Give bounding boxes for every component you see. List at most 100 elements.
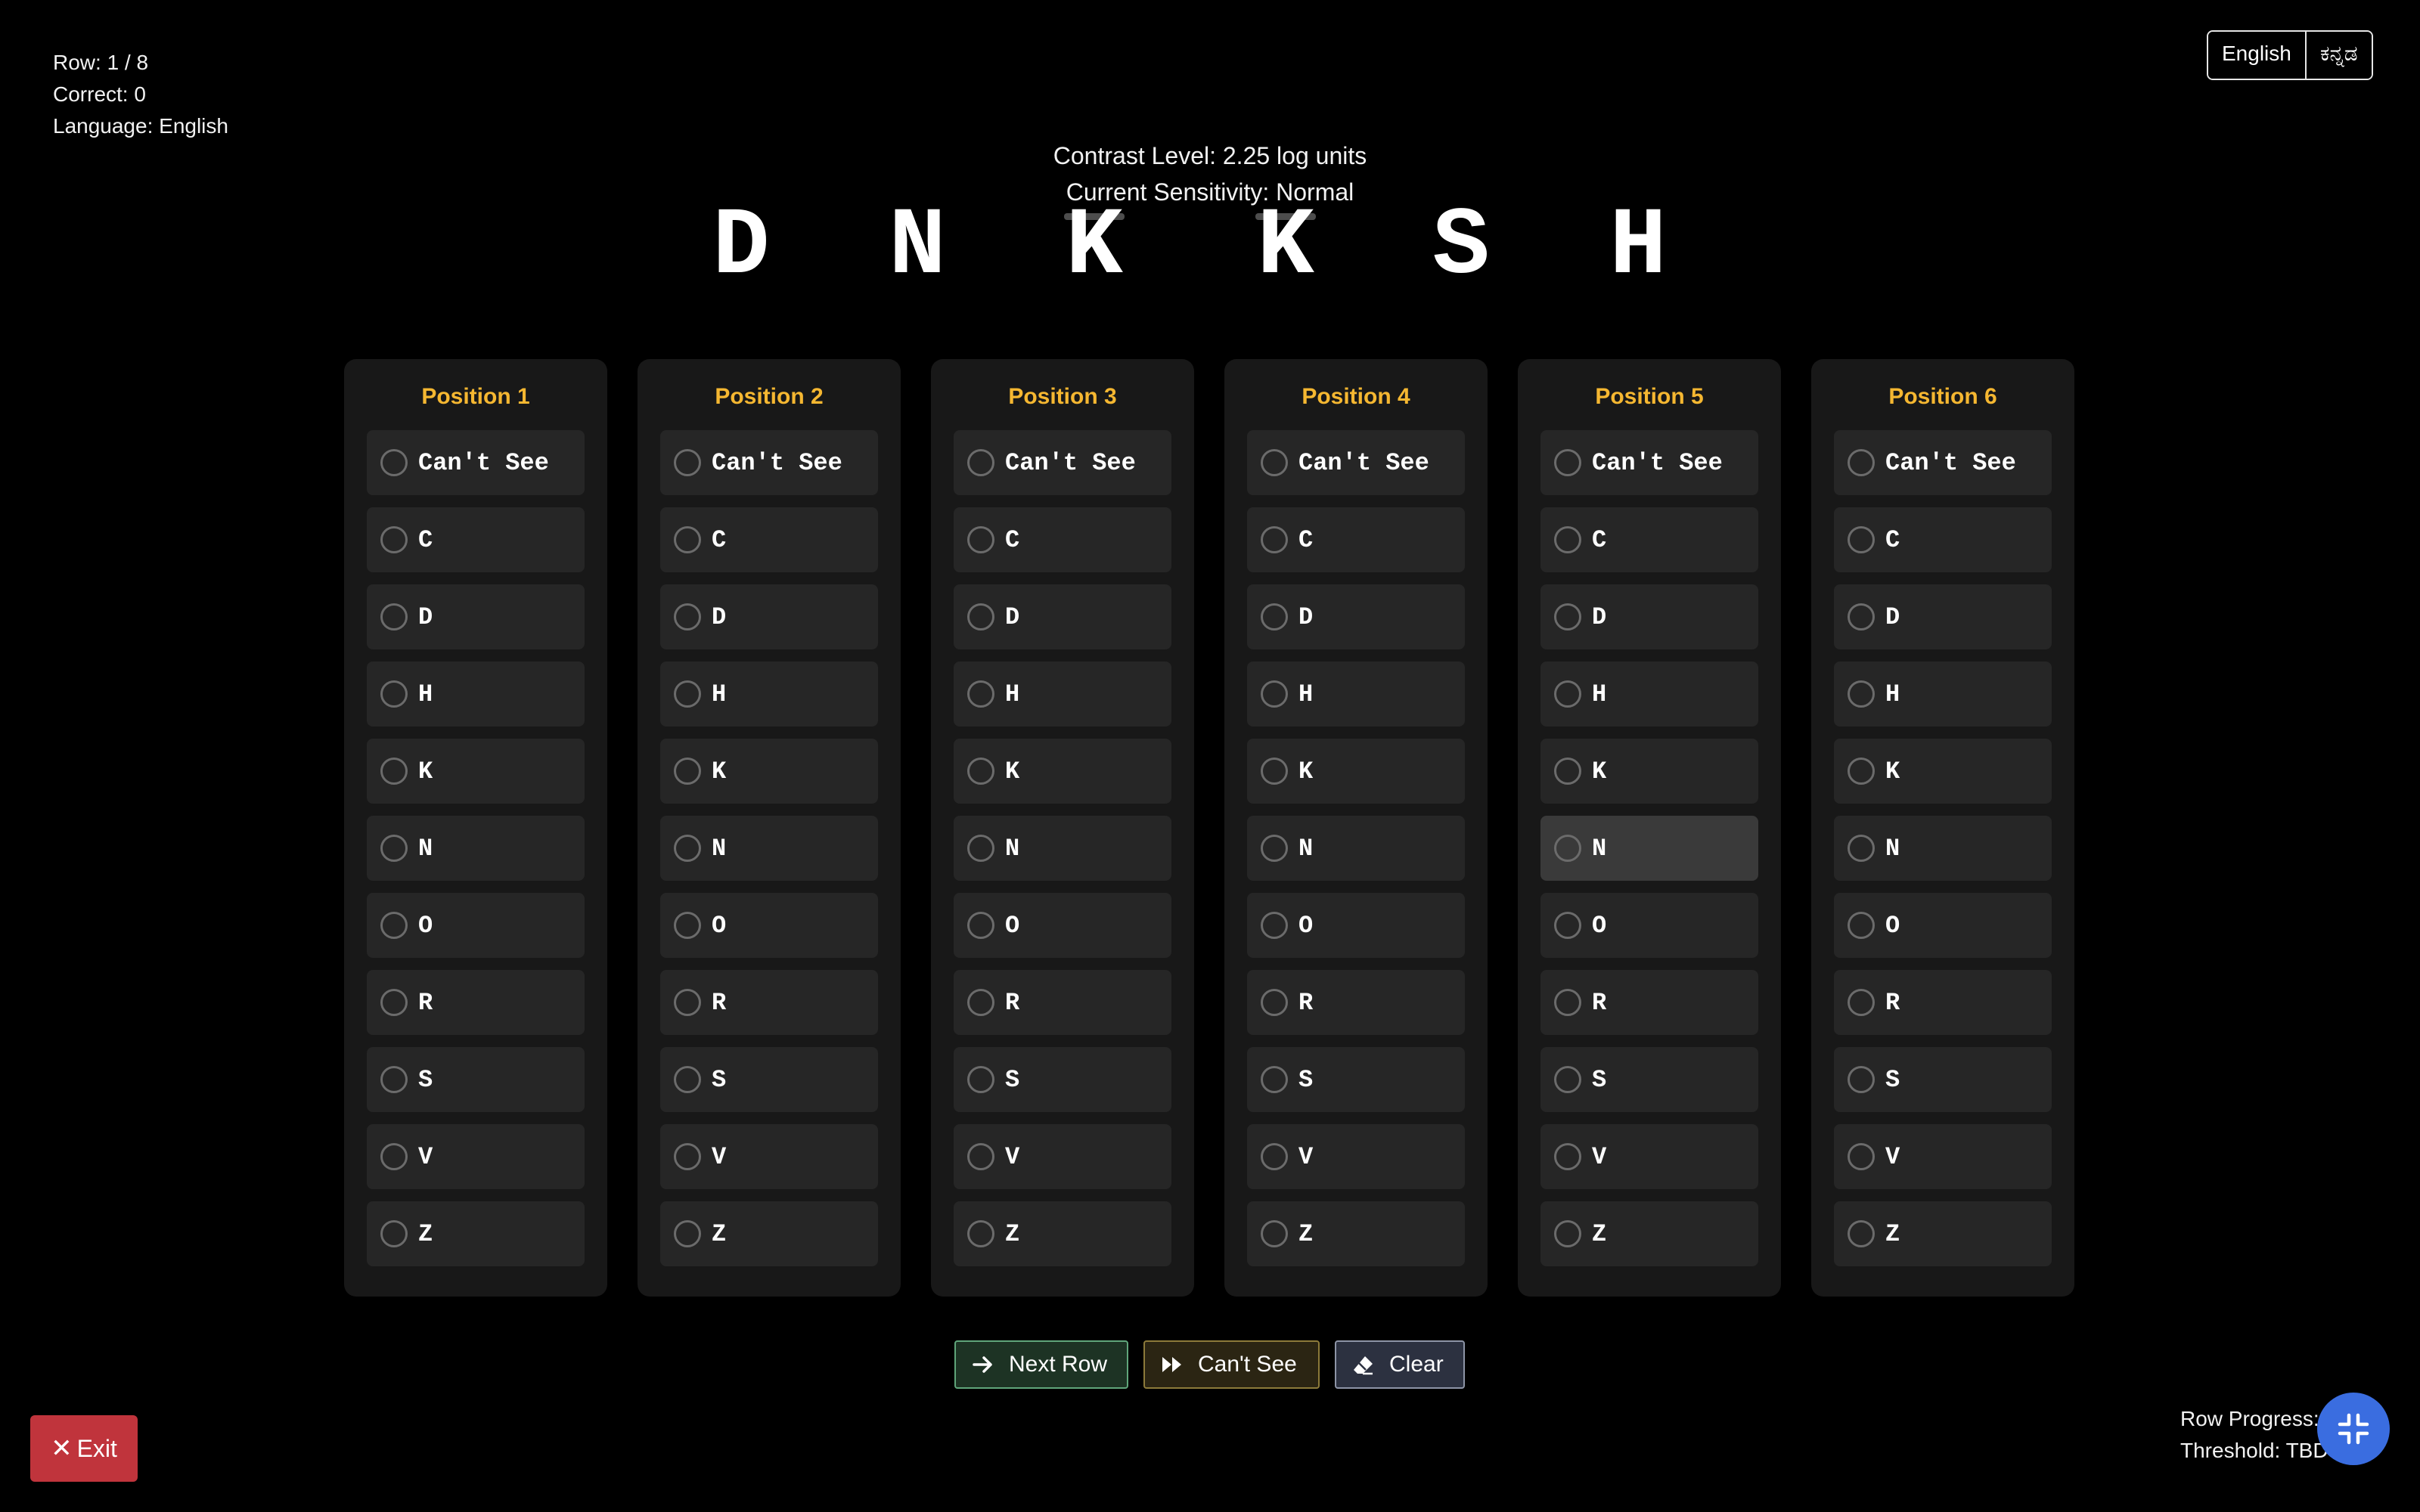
option-item[interactable]: C [1247,507,1465,572]
radio-button[interactable] [674,1220,701,1247]
radio-button[interactable] [674,449,701,476]
option-item[interactable]: Can't See [367,430,585,495]
option-item[interactable]: H [1247,662,1465,727]
option-item[interactable]: K [1247,739,1465,804]
radio-button[interactable] [380,449,408,476]
radio-button[interactable] [967,449,994,476]
option-item[interactable]: D [954,584,1171,649]
next-row-button[interactable]: Next Row [954,1340,1128,1389]
option-item[interactable]: Z [1834,1201,2052,1266]
radio-button[interactable] [1848,603,1875,631]
radio-button[interactable] [967,835,994,862]
option-item[interactable]: O [954,893,1171,958]
radio-button[interactable] [380,526,408,553]
radio-button[interactable] [1261,1143,1288,1170]
radio-button[interactable] [1848,1220,1875,1247]
option-item[interactable]: D [1540,584,1758,649]
radio-button[interactable] [1261,912,1288,939]
radio-button[interactable] [1554,989,1581,1016]
radio-button[interactable] [1554,603,1581,631]
radio-button[interactable] [1848,1066,1875,1093]
radio-button[interactable] [1848,680,1875,708]
radio-button[interactable] [1261,1220,1288,1247]
option-item[interactable]: C [660,507,878,572]
option-item[interactable]: K [367,739,585,804]
radio-button[interactable] [380,603,408,631]
radio-button[interactable] [674,835,701,862]
radio-button[interactable] [1848,758,1875,785]
option-item[interactable]: H [954,662,1171,727]
option-item[interactable]: R [660,970,878,1035]
option-item[interactable]: O [1834,893,2052,958]
option-item[interactable]: C [1834,507,2052,572]
radio-button[interactable] [674,758,701,785]
option-item[interactable]: O [1247,893,1465,958]
radio-button[interactable] [967,1066,994,1093]
radio-button[interactable] [1261,603,1288,631]
radio-button[interactable] [967,603,994,631]
option-item[interactable]: K [1540,739,1758,804]
option-item[interactable]: V [954,1124,1171,1189]
option-item[interactable]: Can't See [1540,430,1758,495]
option-item[interactable]: H [1540,662,1758,727]
exit-button[interactable]: ✕ Exit [30,1415,138,1482]
option-item[interactable]: R [367,970,585,1035]
option-item[interactable]: C [367,507,585,572]
option-item[interactable]: K [660,739,878,804]
radio-button[interactable] [967,758,994,785]
radio-button[interactable] [1848,449,1875,476]
option-item[interactable]: D [660,584,878,649]
option-item[interactable]: C [1540,507,1758,572]
radio-button[interactable] [1261,835,1288,862]
radio-button[interactable] [967,989,994,1016]
option-item[interactable]: D [1834,584,2052,649]
radio-button[interactable] [1554,680,1581,708]
radio-button[interactable] [1261,1066,1288,1093]
option-item[interactable]: Z [367,1201,585,1266]
radio-button[interactable] [674,603,701,631]
option-item[interactable]: H [1834,662,2052,727]
radio-button[interactable] [1261,758,1288,785]
radio-button[interactable] [1554,449,1581,476]
option-item[interactable]: C [954,507,1171,572]
option-item[interactable]: N [367,816,585,881]
option-item[interactable]: O [660,893,878,958]
radio-button[interactable] [1261,526,1288,553]
option-item[interactable]: V [1834,1124,2052,1189]
option-item[interactable]: R [1540,970,1758,1035]
option-item[interactable]: V [1247,1124,1465,1189]
english-button[interactable]: English [2208,32,2305,79]
clear-button[interactable]: Clear [1335,1340,1465,1389]
option-item[interactable]: Can't See [660,430,878,495]
option-item[interactable]: S [660,1047,878,1112]
option-item[interactable]: V [1540,1124,1758,1189]
option-item[interactable]: K [1834,739,2052,804]
radio-button[interactable] [1261,449,1288,476]
option-item[interactable]: S [367,1047,585,1112]
option-item[interactable]: Z [1540,1201,1758,1266]
radio-button[interactable] [967,680,994,708]
radio-button[interactable] [1554,835,1581,862]
option-item[interactable]: O [367,893,585,958]
radio-button[interactable] [380,758,408,785]
option-item[interactable]: H [367,662,585,727]
option-item[interactable]: D [1247,584,1465,649]
option-item[interactable]: K [954,739,1171,804]
option-item[interactable]: R [954,970,1171,1035]
radio-button[interactable] [1554,1066,1581,1093]
option-item[interactable]: R [1247,970,1465,1035]
option-item[interactable]: N [660,816,878,881]
radio-button[interactable] [967,1143,994,1170]
radio-button[interactable] [1848,835,1875,862]
radio-button[interactable] [380,912,408,939]
radio-button[interactable] [674,526,701,553]
radio-button[interactable] [1848,912,1875,939]
radio-button[interactable] [674,912,701,939]
option-item[interactable]: Can't See [954,430,1171,495]
cant-see-button[interactable]: Can't See [1143,1340,1320,1389]
radio-button[interactable] [1261,989,1288,1016]
option-item[interactable]: Can't See [1247,430,1465,495]
radio-button[interactable] [1554,758,1581,785]
radio-button[interactable] [380,835,408,862]
radio-button[interactable] [674,1066,701,1093]
